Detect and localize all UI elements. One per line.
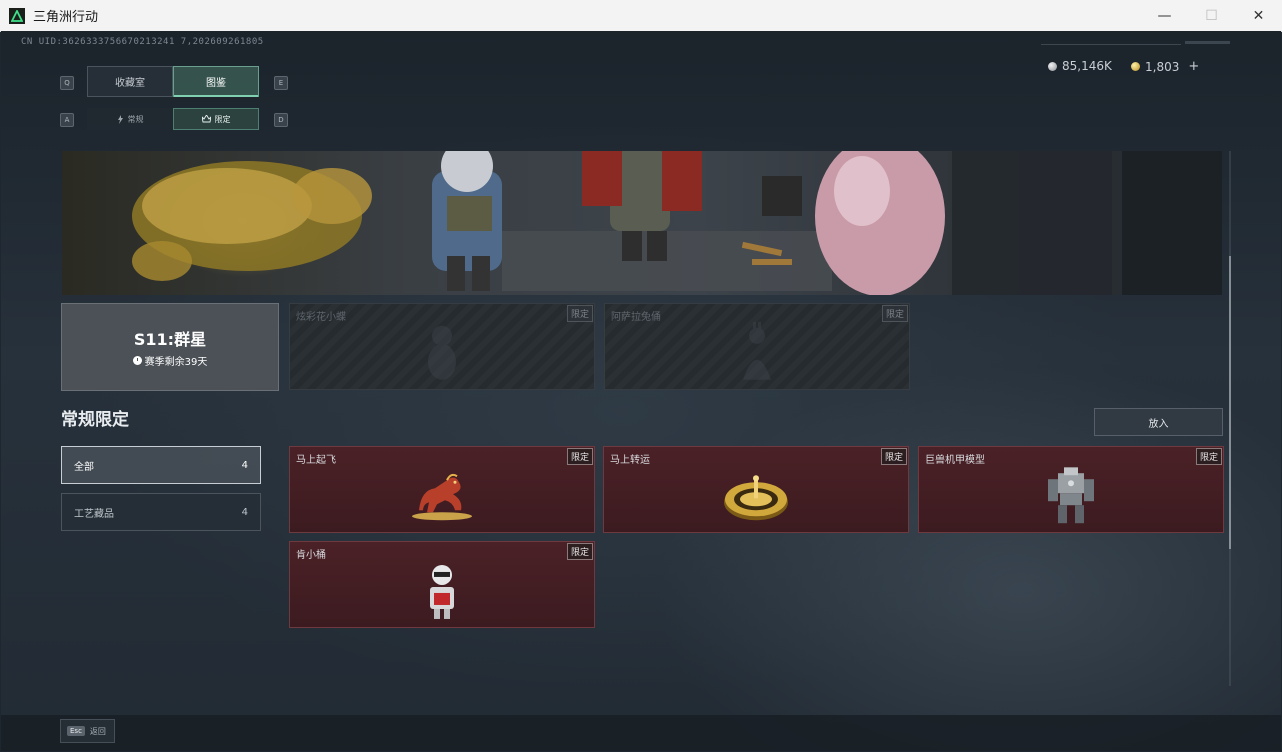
filter-count: 4 <box>241 506 248 518</box>
close-button[interactable]: ✕ <box>1235 0 1282 31</box>
window-title: 三角洲行动 <box>33 10 99 25</box>
limited-tag: 限定 <box>566 543 593 560</box>
tab-limited[interactable]: 限定 <box>173 108 259 130</box>
item-card[interactable]: 马上转运 限定 <box>603 446 909 533</box>
season-item-name: 阿萨拉兔俑 <box>611 312 661 323</box>
key-hint-prev-main: Q <box>60 76 74 90</box>
limited-tag: 限定 <box>566 448 593 465</box>
minimize-button[interactable]: — <box>1141 0 1188 31</box>
window-titlebar: 三角洲行动 — ☐ ✕ <box>0 0 1282 32</box>
add-currency-button[interactable]: + <box>1188 59 1199 74</box>
item-card[interactable]: 马上起飞 限定 <box>289 446 595 533</box>
golden-roulette-icon <box>724 474 788 520</box>
maximize-button[interactable]: ☐ <box>1188 0 1235 31</box>
item-card[interactable]: 巨兽机甲模型 限定 <box>918 446 1224 533</box>
limited-tag: 限定 <box>566 305 593 322</box>
scrollbar-thumb[interactable] <box>1229 256 1231 549</box>
tab-regular-label: 常规 <box>127 114 144 124</box>
esc-key-hint: Esc <box>67 726 85 736</box>
butterfly-silhouette-icon <box>428 325 456 380</box>
back-button[interactable]: Esc 返回 <box>60 719 115 743</box>
gold-amount: 1,803 <box>1145 59 1180 74</box>
season-remaining-label: 赛季剩余39天 <box>144 357 208 368</box>
limited-tag: 限定 <box>1195 448 1222 465</box>
item-card[interactable]: 肯小桶 限定 <box>289 541 595 628</box>
season-item-card-locked[interactable]: 阿萨拉兔俑 限定 <box>604 303 910 390</box>
silver-coin-icon <box>1048 61 1057 71</box>
season-banner-image <box>62 151 1222 295</box>
silver-amount: 85,146K <box>1062 59 1112 73</box>
key-hint-prev-sub: A <box>60 113 74 127</box>
filter-all[interactable]: 全部 4 <box>61 446 261 484</box>
filter-label: 工艺藏品 <box>74 508 114 520</box>
tab-collection-room[interactable]: 收藏室 <box>87 66 173 97</box>
mech-model-icon <box>1048 466 1094 523</box>
tab-regular[interactable]: 常规 <box>87 108 173 130</box>
season-title: S11:群星 <box>133 330 207 349</box>
key-hint-next-main: E <box>274 76 288 90</box>
item-name: 马上转运 <box>610 455 650 466</box>
gold-currency[interactable]: 1,803 + <box>1131 59 1199 74</box>
top-divider <box>1041 44 1181 45</box>
put-in-button[interactable]: 放入 <box>1094 408 1223 436</box>
key-hint-next-sub: D <box>274 113 288 127</box>
tab-limited-label: 限定 <box>214 114 231 124</box>
silver-currency: 85,146K <box>1048 59 1112 73</box>
rabbit-figurine-silhouette-icon <box>743 321 771 380</box>
game-viewport: CN UID:3626333756670213241 7,20260926180… <box>1 31 1281 751</box>
item-name: 巨兽机甲模型 <box>925 455 985 466</box>
filter-count: 4 <box>241 459 248 471</box>
app-logo-icon <box>9 7 25 24</box>
user-uid: CN UID:3626333756670213241 7,20260926180… <box>21 37 264 47</box>
limited-tab-icon <box>201 115 211 123</box>
top-divider-short <box>1185 41 1230 44</box>
bucket-mascot-icon <box>430 564 454 619</box>
red-horse-figure-icon <box>412 473 472 520</box>
section-title: 常规限定 <box>61 410 129 430</box>
clock-icon <box>132 356 142 365</box>
back-label: 返回 <box>89 726 106 736</box>
gold-coin-icon <box>1131 62 1140 71</box>
bottom-bar <box>1 715 1281 751</box>
season-remaining: 赛季剩余39天 <box>132 353 208 368</box>
limited-tag: 限定 <box>881 305 908 322</box>
season-card[interactable]: S11:群星 赛季剩余39天 <box>61 303 279 391</box>
filter-label: 全部 <box>74 461 94 473</box>
regular-tab-icon <box>117 114 123 124</box>
tab-catalog[interactable]: 图鉴 <box>173 66 259 97</box>
item-name: 马上起飞 <box>296 455 336 466</box>
season-item-card-locked[interactable]: 炫彩花小蝶 限定 <box>289 303 595 390</box>
item-name: 肯小桶 <box>296 550 326 561</box>
filter-craft-collectibles[interactable]: 工艺藏品 4 <box>61 493 261 531</box>
window-controls: — ☐ ✕ <box>1141 0 1282 31</box>
season-item-name: 炫彩花小蝶 <box>296 312 346 323</box>
limited-tag: 限定 <box>880 448 907 465</box>
